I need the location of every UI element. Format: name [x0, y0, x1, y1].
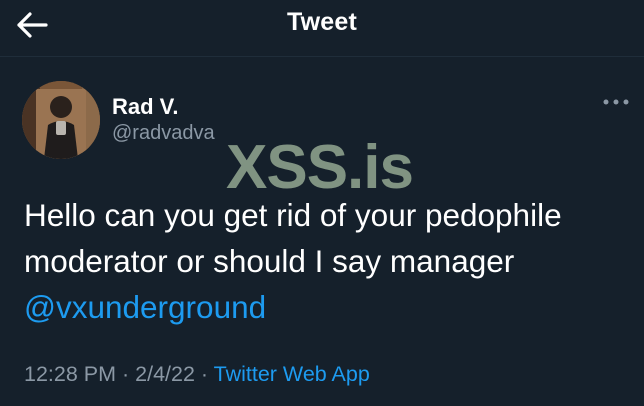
tweet-text-line: Hello can you get rid of your pedophile — [24, 197, 562, 233]
tweet-time: 12:28 PM — [24, 362, 117, 386]
tweet-date: 2/4/22 — [135, 362, 195, 386]
tweet-screen: Tweet Rad V. @radvadva XSS.is Hello can … — [0, 0, 644, 406]
avatar[interactable] — [22, 81, 100, 159]
top-bar: Tweet — [0, 0, 644, 54]
header-divider — [0, 56, 644, 57]
tweet-text-line: moderator or should I say manager — [24, 243, 515, 279]
meta-separator: · — [116, 362, 136, 386]
page-title: Tweet — [287, 8, 357, 36]
meta-separator: · — [194, 362, 214, 386]
more-dots-icon — [603, 99, 629, 105]
author-handle[interactable]: @radvadva — [112, 122, 215, 145]
avatar-photo — [22, 81, 100, 159]
mention-link[interactable]: @vxunderground — [24, 289, 266, 325]
tweet-source-link[interactable]: Twitter Web App — [214, 362, 370, 386]
watermark: XSS.is — [226, 133, 414, 202]
tweet-meta: 12:28 PM · 2/4/22 · Twitter Web App — [24, 362, 370, 387]
author-name[interactable]: Rad V. — [112, 94, 178, 120]
more-options-button[interactable] — [598, 90, 638, 114]
tweet-text: Hello can you get rid of your pedophile … — [24, 192, 634, 330]
